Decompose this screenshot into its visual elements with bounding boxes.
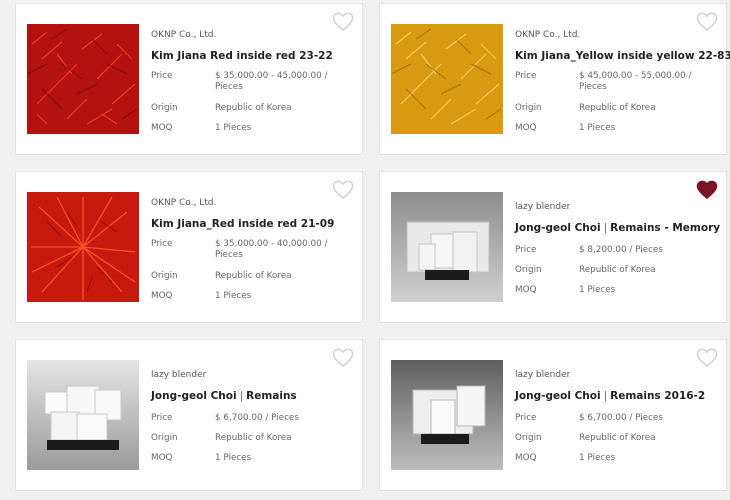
seller-name[interactable]: OKNP Co., Ltd. (515, 30, 580, 40)
seller-name[interactable]: lazy blender (515, 202, 570, 212)
moq-value: 1 Pieces (579, 453, 616, 463)
price-label: Price (515, 71, 537, 81)
product-card[interactable]: OKNP Co., Ltd. Kim Jiana Red inside red … (15, 3, 363, 155)
product-title-artist[interactable]: Jong-geol Choi (515, 390, 601, 402)
product-image-yellow-painting[interactable] (391, 24, 503, 134)
product-grid: OKNP Co., Ltd. Kim Jiana Red inside red … (0, 0, 730, 500)
origin-row: Origin Republic of Korea (151, 271, 351, 291)
price-row: Price $ 35,000.00 - 45,000.00 / Pieces (151, 71, 351, 103)
origin-value: Republic of Korea (579, 265, 656, 275)
moq-row: MOQ 1 Pieces (151, 453, 351, 469)
product-image-red-painting[interactable] (27, 24, 139, 134)
product-title[interactable]: Kim Jiana_Red inside red 21-09 (151, 218, 334, 230)
price-value: $ 8,200.00 / Pieces (579, 245, 663, 255)
price-value: $ 6,700.00 / Pieces (579, 413, 663, 423)
product-card[interactable]: lazy blender Jong-geol Choi | Remains Pric… (15, 339, 363, 491)
origin-value: Republic of Korea (579, 103, 656, 113)
origin-label: Origin (151, 433, 178, 443)
moq-value: 1 Pieces (215, 123, 252, 133)
origin-value: Republic of Korea (215, 271, 292, 281)
moq-value: 1 Pieces (215, 291, 252, 301)
moq-label: MOQ (151, 123, 173, 133)
moq-row: MOQ 1 Pieces (515, 453, 715, 469)
moq-row: MOQ 1 Pieces (515, 123, 715, 139)
price-label: Price (151, 71, 173, 81)
product-title[interactable]: Kim Jiana Red inside red 23-22 (151, 50, 333, 62)
product-image-red-painting[interactable] (27, 192, 139, 302)
moq-label: MOQ (151, 453, 173, 463)
origin-row: Origin Republic of Korea (515, 265, 715, 285)
moq-value: 1 Pieces (579, 285, 616, 295)
product-card[interactable]: OKNP Co., Ltd. Kim Jiana_Red inside red … (15, 171, 363, 323)
favorite-heart-icon[interactable] (332, 180, 354, 200)
product-title-text[interactable]: Kim Jiana_Red inside red 21-09 (151, 218, 334, 230)
product-title[interactable]: Jong-geol Choi | Remains 2016-2 (515, 390, 705, 402)
product-title-text[interactable]: Kim Jiana Red inside red 23-22 (151, 50, 333, 62)
product-image-white-sculpture[interactable] (27, 360, 139, 470)
moq-label: MOQ (151, 291, 173, 301)
title-separator: | (603, 222, 608, 234)
price-row: Price $ 35,000.00 - 40,000.00 / Pieces (151, 239, 351, 271)
favorite-heart-icon[interactable] (332, 12, 354, 32)
product-card[interactable]: lazy blender Jong-geol Choi | Remains - Me… (379, 171, 727, 323)
price-value: $ 45,000.00 - 55,000.00 / Pieces (579, 71, 692, 92)
price-row: Price $ 8,200.00 / Pieces (515, 245, 715, 265)
price-label: Price (515, 413, 537, 423)
moq-row: MOQ 1 Pieces (151, 123, 351, 139)
product-title-work[interactable]: Remains 2016-2 (610, 390, 705, 402)
origin-row: Origin Republic of Korea (515, 433, 715, 453)
origin-row: Origin Republic of Korea (151, 103, 351, 123)
favorite-heart-icon[interactable] (696, 12, 718, 32)
product-title[interactable]: Jong-geol Choi | Remains (151, 390, 297, 402)
origin-label: Origin (515, 433, 542, 443)
moq-row: MOQ 1 Pieces (151, 291, 351, 307)
favorite-heart-icon[interactable] (332, 348, 354, 368)
moq-value: 1 Pieces (215, 453, 252, 463)
product-title-artist[interactable]: Jong-geol Choi (151, 390, 237, 402)
product-title-artist[interactable]: Jong-geol Choi (515, 222, 601, 234)
seller-name[interactable]: OKNP Co., Ltd. (151, 198, 216, 208)
product-image-white-sculpture[interactable] (391, 192, 503, 302)
origin-label: Origin (515, 103, 542, 113)
product-title-work[interactable]: Remains (246, 390, 297, 402)
price-label: Price (151, 239, 173, 249)
price-value: $ 35,000.00 - 40,000.00 / Pieces (215, 239, 328, 260)
title-separator: | (603, 390, 608, 402)
moq-label: MOQ (515, 453, 537, 463)
product-card[interactable]: OKNP Co., Ltd. Kim Jiana_Yellow inside y… (379, 3, 730, 155)
origin-value: Republic of Korea (215, 433, 292, 443)
favorite-heart-icon[interactable] (696, 348, 718, 368)
price-value: $ 6,700.00 / Pieces (215, 413, 299, 423)
product-image-white-sculpture[interactable] (391, 360, 503, 470)
price-label: Price (151, 413, 173, 423)
seller-name[interactable]: lazy blender (151, 370, 206, 380)
price-label: Price (515, 245, 537, 255)
origin-row: Origin Republic of Korea (151, 433, 351, 453)
origin-row: Origin Republic of Korea (515, 103, 715, 123)
origin-value: Republic of Korea (579, 433, 656, 443)
product-title-text[interactable]: Kim Jiana_Yellow inside yellow 22-83 (515, 50, 730, 62)
product-title[interactable]: Jong-geol Choi | Remains - Memory (515, 222, 720, 234)
seller-name[interactable]: OKNP Co., Ltd. (151, 30, 216, 40)
product-card[interactable]: lazy blender Jong-geol Choi | Remains 2016… (379, 339, 727, 491)
title-separator: | (239, 390, 244, 402)
price-row: Price $ 45,000.00 - 55,000.00 / Pieces (515, 71, 715, 103)
origin-value: Republic of Korea (215, 103, 292, 113)
product-title-work[interactable]: Remains - Memory (610, 222, 720, 234)
moq-label: MOQ (515, 285, 537, 295)
price-row: Price $ 6,700.00 / Pieces (515, 413, 715, 433)
moq-label: MOQ (515, 123, 537, 133)
moq-row: MOQ 1 Pieces (515, 285, 715, 301)
price-value: $ 35,000.00 - 45,000.00 / Pieces (215, 71, 328, 92)
origin-label: Origin (151, 103, 178, 113)
favorite-heart-filled-icon[interactable] (696, 180, 718, 200)
origin-label: Origin (151, 271, 178, 281)
moq-value: 1 Pieces (579, 123, 616, 133)
origin-label: Origin (515, 265, 542, 275)
seller-name[interactable]: lazy blender (515, 370, 570, 380)
price-row: Price $ 6,700.00 / Pieces (151, 413, 351, 433)
product-title[interactable]: Kim Jiana_Yellow inside yellow 22-83 (515, 50, 730, 62)
